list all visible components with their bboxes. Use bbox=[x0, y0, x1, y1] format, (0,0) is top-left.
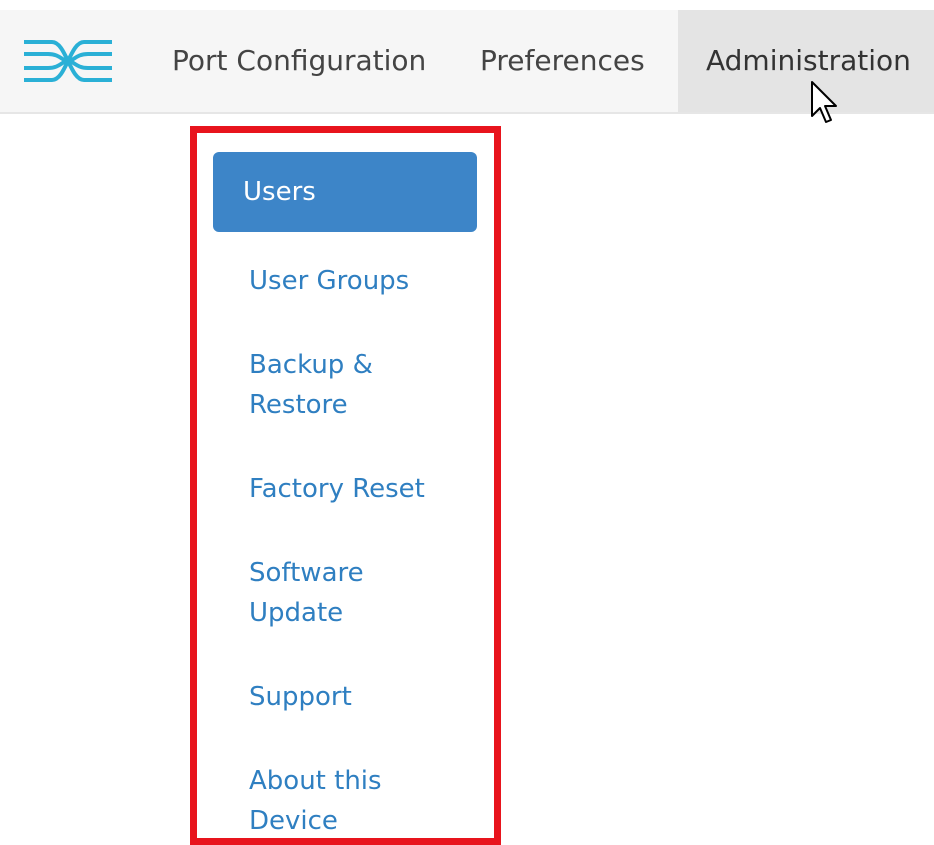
nav-administration[interactable]: Administration bbox=[678, 10, 934, 112]
menu-item-support[interactable]: Support bbox=[217, 677, 481, 717]
nav-port-configuration[interactable]: Port Configuration bbox=[144, 10, 454, 112]
mouse-pointer-icon bbox=[808, 78, 842, 128]
menu-item-software-update[interactable]: Software Update bbox=[217, 553, 427, 633]
menu-item-backup-restore[interactable]: Backup & Restore bbox=[217, 345, 437, 425]
network-switch-logo-icon[interactable] bbox=[22, 36, 114, 86]
nav-preferences[interactable]: Preferences bbox=[452, 10, 673, 112]
administration-dropdown-menu: Users User Groups Backup & Restore Facto… bbox=[190, 126, 501, 845]
menu-item-about-this-device[interactable]: About this Device bbox=[217, 761, 447, 841]
menu-item-users[interactable]: Users bbox=[213, 152, 477, 232]
menu-item-user-groups[interactable]: User Groups bbox=[217, 261, 481, 301]
menu-item-factory-reset[interactable]: Factory Reset bbox=[217, 469, 481, 509]
top-navigation-bar: Port Configuration Preferences Administr… bbox=[0, 10, 934, 114]
